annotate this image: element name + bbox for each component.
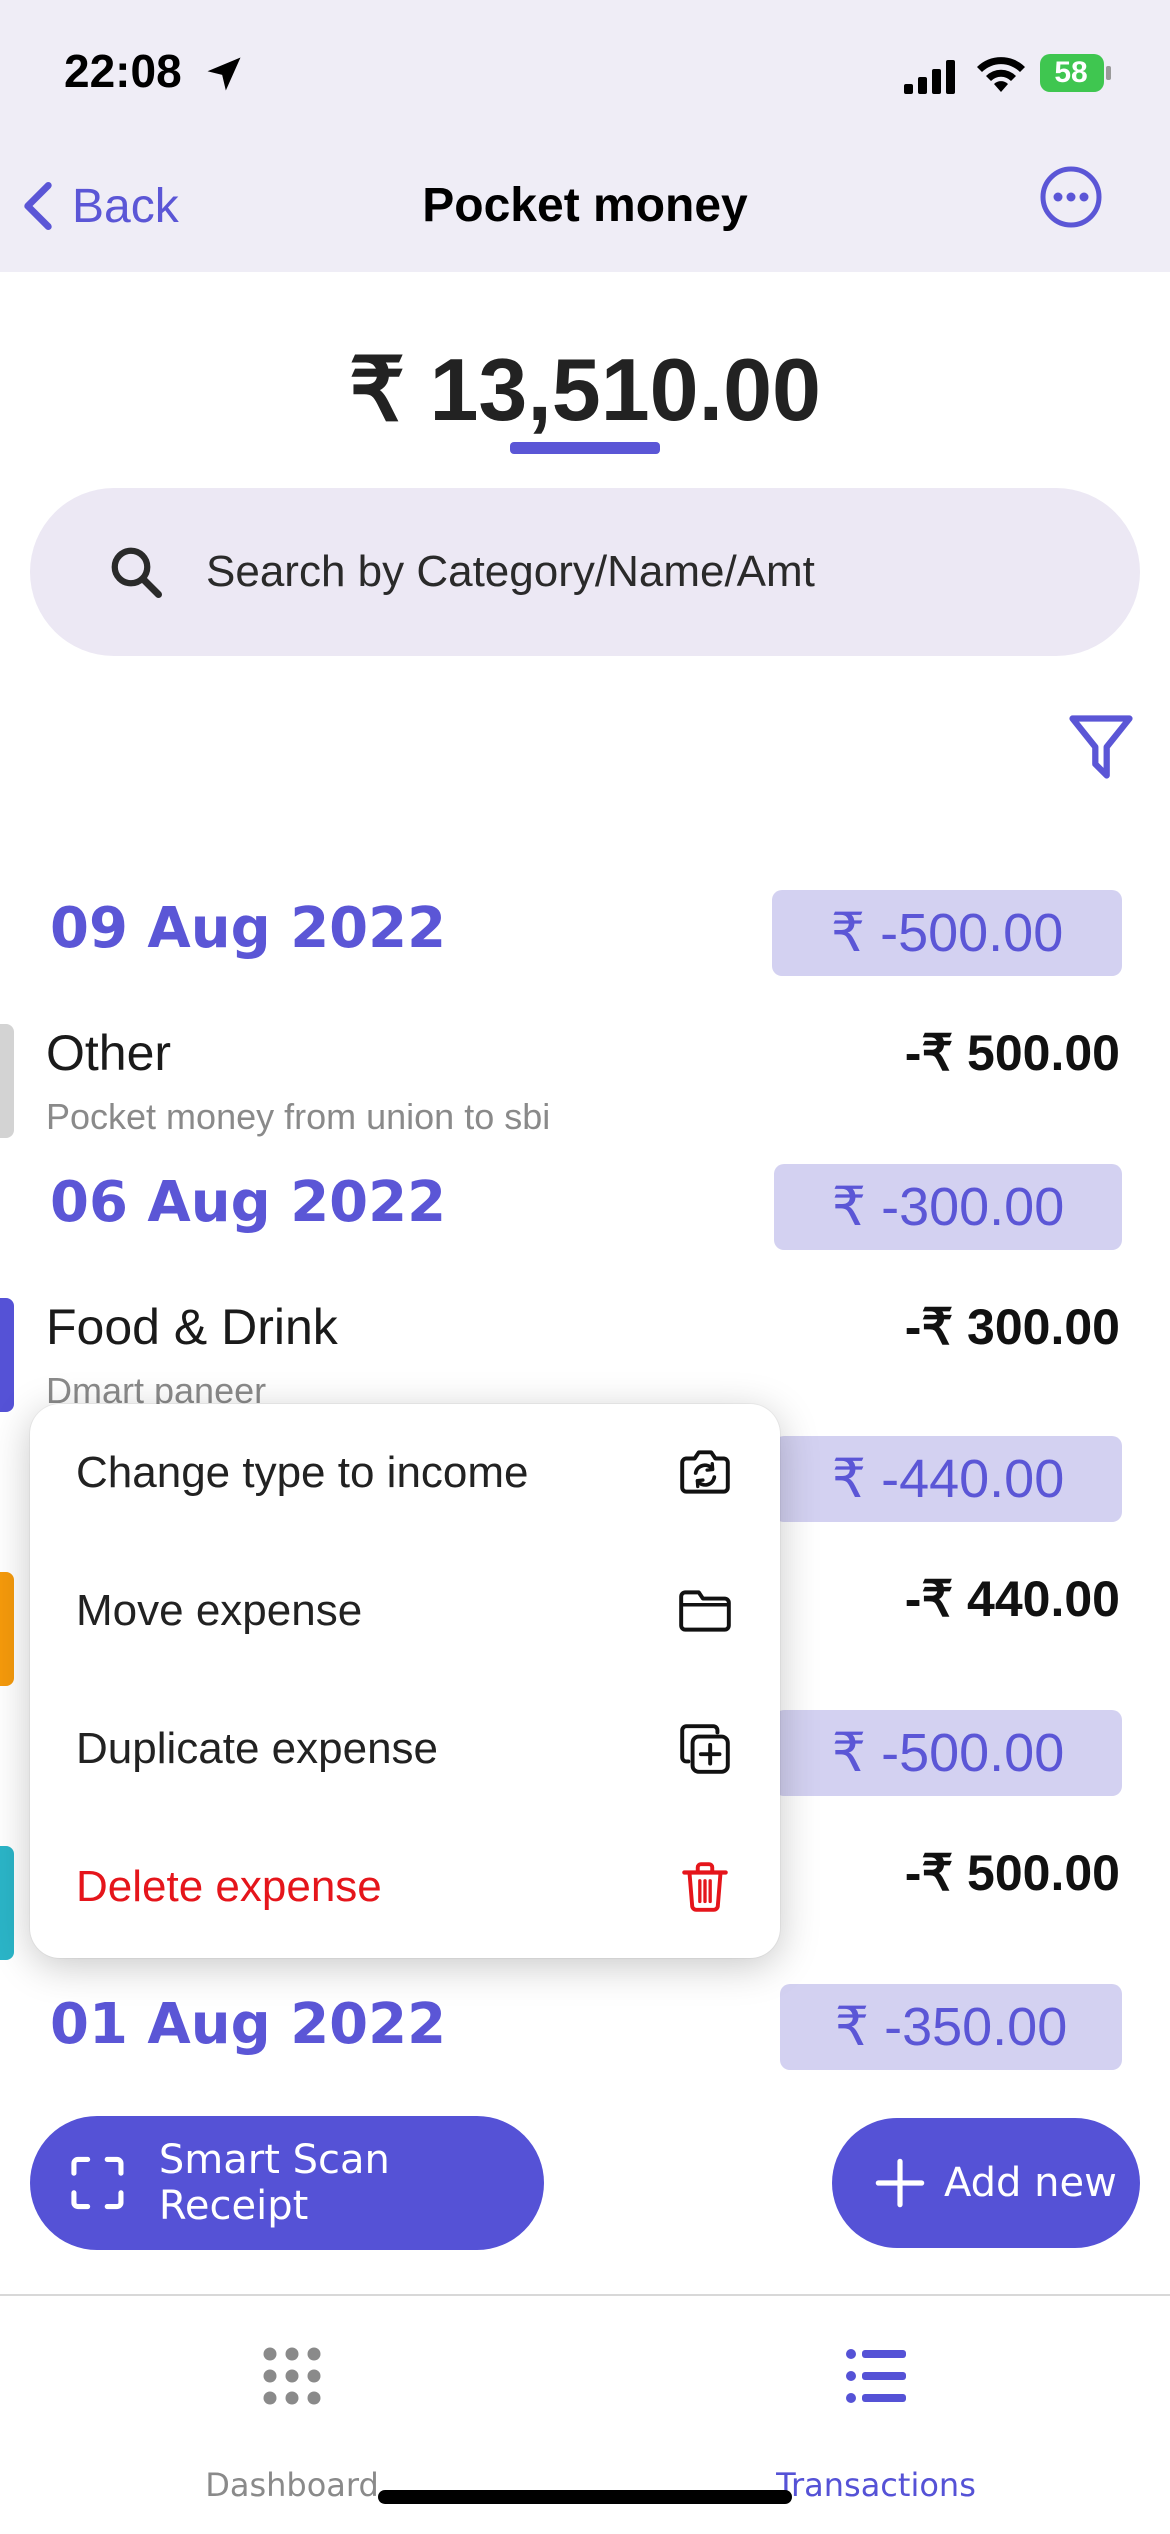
transaction-amount: -₹ 500.00 xyxy=(904,1845,1120,1901)
menu-item-label: Move expense xyxy=(76,1586,363,1635)
transaction-amount: -₹ 300.00 xyxy=(904,1299,1120,1355)
transaction-note: Pocket money from union to sbi xyxy=(46,1096,551,1137)
date-header: 09 Aug 2022 xyxy=(50,896,447,961)
more-options-icon[interactable] xyxy=(1036,162,1106,232)
date-total-badge: ₹ -500.00 xyxy=(774,1710,1122,1796)
balance-underline xyxy=(510,442,660,454)
category-color-bar xyxy=(0,1024,14,1138)
camera-rotate-icon xyxy=(680,1450,730,1494)
date-total-badge: ₹ -500.00 xyxy=(772,890,1122,976)
list-icon xyxy=(846,2349,906,2403)
page-title: Pocket money xyxy=(422,179,748,232)
back-button[interactable]: Back xyxy=(18,176,179,236)
grid-dots-icon xyxy=(263,2347,321,2405)
add-new-button[interactable]: Add new xyxy=(832,2118,1140,2248)
folder-icon xyxy=(679,1590,731,1632)
location-arrow-icon xyxy=(207,57,241,91)
status-time: 22:08 xyxy=(64,45,182,97)
filter-icon[interactable] xyxy=(1066,710,1136,784)
date-header: 06 Aug 2022 xyxy=(50,1170,447,1235)
transaction-category[interactable]: Other xyxy=(46,1024,171,1082)
menu-item-label: Duplicate expense xyxy=(76,1724,439,1773)
home-indicator xyxy=(378,2490,792,2504)
date-total-badge: ₹ -350.00 xyxy=(780,1984,1122,2070)
category-color-bar xyxy=(0,1572,14,1686)
trash-icon xyxy=(682,1862,728,1912)
menu-item-move-expense[interactable]: Move expense xyxy=(30,1542,780,1680)
menu-item-duplicate-expense[interactable]: Duplicate expense xyxy=(30,1680,780,1818)
menu-item-delete-expense[interactable]: Delete expense xyxy=(30,1818,780,1956)
date-total-badge: ₹ -300.00 xyxy=(774,1164,1122,1250)
battery-level: 58 xyxy=(1054,56,1088,89)
smart-scan-label: Smart Scan Receipt xyxy=(158,2137,390,2229)
transaction-amount: -₹ 500.00 xyxy=(904,1025,1120,1081)
menu-item-label: Change type to income xyxy=(76,1448,529,1497)
transaction-category[interactable]: Food & Drink xyxy=(46,1298,338,1356)
search-input[interactable] xyxy=(204,546,1028,598)
search-icon xyxy=(111,547,162,598)
add-new-label: Add new xyxy=(944,2160,1117,2206)
chevron-left-icon xyxy=(24,182,52,230)
tab-transactions[interactable]: Transactions xyxy=(726,2340,1026,2504)
date-total-badge: ₹ -440.00 xyxy=(774,1436,1122,1522)
scan-frame-icon xyxy=(71,2156,124,2210)
wifi-icon xyxy=(977,57,1025,92)
back-label: Back xyxy=(72,179,179,233)
tab-dashboard[interactable]: Dashboard xyxy=(142,2340,442,2504)
menu-item-change-type[interactable]: Change type to income xyxy=(30,1404,780,1542)
date-header: 01 Aug 2022 xyxy=(50,1992,447,2057)
smart-scan-button[interactable]: Smart Scan Receipt xyxy=(30,2116,544,2250)
category-color-bar xyxy=(0,1846,14,1960)
plus-icon xyxy=(875,2158,925,2208)
context-menu: Change type to income Move expense Dupli… xyxy=(30,1404,780,1958)
transaction-amount: -₹ 440.00 xyxy=(904,1571,1120,1627)
duplicate-icon xyxy=(680,1724,730,1774)
search-bar[interactable] xyxy=(30,488,1140,656)
category-color-bar xyxy=(0,1298,14,1412)
signal-icon xyxy=(904,60,955,94)
menu-item-label: Delete expense xyxy=(76,1862,382,1911)
balance-amount: ₹ 13,510.00 xyxy=(349,340,821,439)
